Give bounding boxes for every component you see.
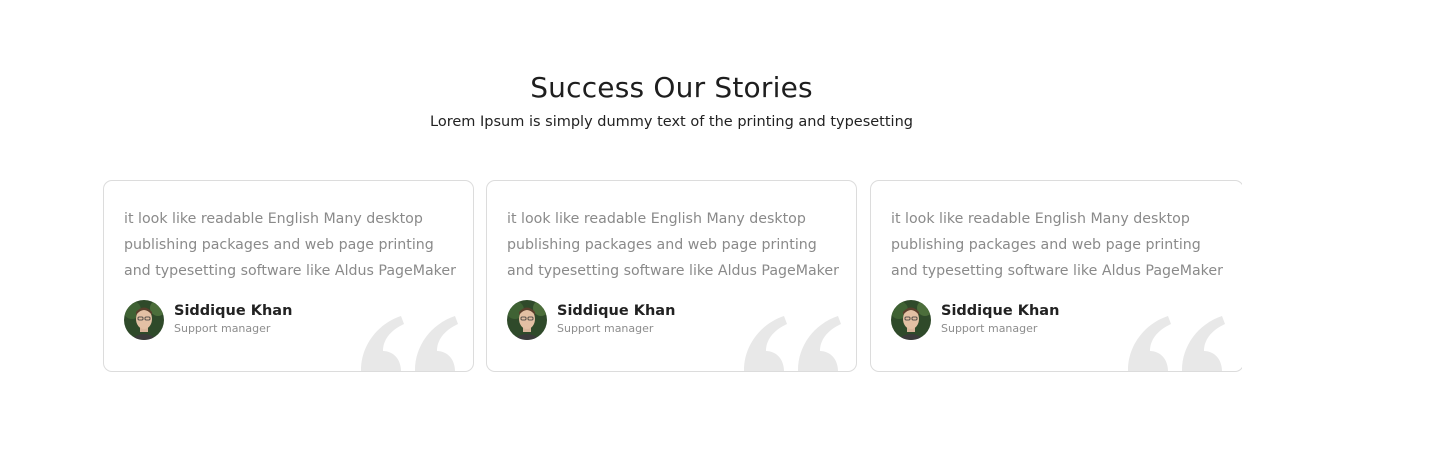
testimonial-author: Siddique Khan Support manager xyxy=(507,300,675,340)
author-name: Siddique Khan xyxy=(557,303,676,319)
testimonial-text: it look like readable English Many deskt… xyxy=(891,211,1223,279)
testimonial-card: it look like readable English Many deskt… xyxy=(103,180,474,372)
author-name: Siddique Khan xyxy=(174,303,293,319)
testimonial-text: it look like readable English Many deskt… xyxy=(124,211,456,279)
author-role: Support manager xyxy=(557,322,654,335)
author-role: Support manager xyxy=(174,322,271,335)
testimonial-card: it look like readable English Many deskt… xyxy=(486,180,857,372)
author-name: Siddique Khan xyxy=(941,303,1060,319)
quote-icon xyxy=(361,316,458,371)
author-role: Support manager xyxy=(941,322,1038,335)
testimonial-carousel[interactable]: it look like readable English Many deskt… xyxy=(103,180,1242,374)
avatar xyxy=(124,300,164,340)
testimonial-text: it look like readable English Many deskt… xyxy=(507,211,839,279)
avatar xyxy=(891,300,931,340)
quote-icon xyxy=(1128,316,1225,371)
avatar xyxy=(507,300,547,340)
quote-icon xyxy=(744,316,841,371)
testimonial-author: Siddique Khan Support manager xyxy=(891,300,1059,340)
section-title: Success Our Stories xyxy=(530,71,813,104)
testimonial-card: it look like readable English Many deskt… xyxy=(870,180,1242,372)
section-subtitle: Lorem Ipsum is simply dummy text of the … xyxy=(430,114,913,130)
testimonial-author: Siddique Khan Support manager xyxy=(124,300,292,340)
testimonials-section: Success Our Stories Lorem Ipsum is simpl… xyxy=(0,0,1450,470)
